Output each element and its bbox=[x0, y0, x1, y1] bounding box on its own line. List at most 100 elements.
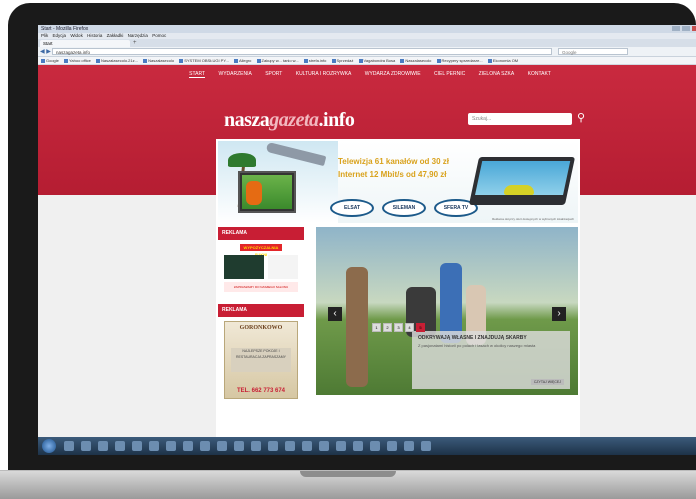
tab-strip: Start + bbox=[38, 39, 696, 47]
ad-phone: TEL. 662 773 674 bbox=[236, 388, 286, 394]
main-content: Telewizja 61 kanałów od 30 zł Internet 1… bbox=[216, 139, 580, 437]
taskbar-app-icon[interactable] bbox=[302, 441, 312, 451]
bookmark-item[interactable]: Sprzedaż bbox=[331, 58, 353, 63]
bookmark-item[interactable]: strefa.info bbox=[303, 58, 326, 63]
ad-row bbox=[224, 255, 298, 279]
menu-item[interactable]: Zakładki bbox=[107, 33, 124, 38]
search-icon[interactable]: ⚲ bbox=[575, 112, 587, 124]
taskbar-app-icon[interactable] bbox=[421, 441, 431, 451]
logo-part: nasza bbox=[224, 109, 270, 131]
ad-image bbox=[224, 255, 264, 279]
banner-offer: Telewizja 61 kanałów od 30 zł Internet 1… bbox=[338, 155, 449, 181]
taskbar-app-icon[interactable] bbox=[64, 441, 74, 451]
sidebar-ad[interactable]: WYPOŻYCZALNIA SUKNI ZAPRASZAMY DO NASZEG… bbox=[224, 244, 298, 296]
taskbar-app-icon[interactable] bbox=[200, 441, 210, 451]
new-tab-button[interactable]: + bbox=[133, 40, 137, 46]
slider-page-button[interactable]: 4 bbox=[405, 323, 414, 332]
screen: Start - Mozilla Firefox Plik Edycja Wido… bbox=[38, 25, 696, 455]
slider-page-button[interactable]: 3 bbox=[394, 323, 403, 332]
read-more-button[interactable]: CZYTAJ WIĘCEJ bbox=[530, 379, 564, 385]
taskbar-app-icon[interactable] bbox=[217, 441, 227, 451]
address-bar[interactable]: naszagazeta.info bbox=[52, 48, 552, 55]
nav-item-zielona[interactable]: ZIELONA SZKA bbox=[479, 71, 515, 77]
taskbar-app-icon[interactable] bbox=[98, 441, 108, 451]
nav-item-sport[interactable]: SPORT bbox=[265, 71, 282, 77]
taskbar-app-icon[interactable] bbox=[285, 441, 295, 451]
taskbar-app-icon[interactable] bbox=[336, 441, 346, 451]
taskbar-app-icon[interactable] bbox=[370, 441, 380, 451]
banner-offer-line: Telewizja 61 kanałów od 30 zł bbox=[338, 157, 450, 166]
menu-item[interactable]: Historia bbox=[87, 33, 102, 38]
ad-logo bbox=[268, 255, 298, 279]
site-logo[interactable]: naszagazeta.info bbox=[224, 109, 355, 132]
menu-item[interactable]: Edycja bbox=[53, 33, 67, 38]
caption-title[interactable]: ODKRYWAJĄ WŁASNE I ZNAJDUJĄ SKARBY bbox=[412, 331, 570, 343]
nav-item-wydarzenia[interactable]: WYDARZENIA bbox=[218, 71, 251, 77]
taskbar-app-icon[interactable] bbox=[132, 441, 142, 451]
browser-search-input[interactable]: Google bbox=[558, 48, 628, 55]
bookmark-item[interactable]: Recypery sprzedarze... bbox=[436, 58, 483, 63]
taskbar-app-icon[interactable] bbox=[353, 441, 363, 451]
slider-prev-button[interactable]: ‹ bbox=[328, 307, 342, 321]
bookmark-item[interactable]: Zakupy w... tanio w... bbox=[256, 58, 299, 63]
site-search-input[interactable]: Szukaj... bbox=[468, 113, 572, 125]
taskbar-app-icon[interactable] bbox=[81, 441, 91, 451]
nav-item-kontakt[interactable]: KONTAKT bbox=[528, 71, 551, 77]
bookmark-icon bbox=[179, 58, 184, 63]
ad-header: WYPOŻYCZALNIA SUKNI bbox=[240, 244, 282, 257]
taskbar-app-icon[interactable] bbox=[268, 441, 278, 451]
bookmark-item[interactable]: SYSTEM OBSŁUGI PY... bbox=[179, 58, 229, 63]
taskbar-app-icon[interactable] bbox=[166, 441, 176, 451]
bookmark-item[interactable]: Google bbox=[41, 58, 59, 63]
bookmark-item[interactable]: Ekonomia OM bbox=[487, 58, 518, 63]
bookmark-item[interactable]: Yahoo office bbox=[64, 58, 91, 63]
taskbar-app-icon[interactable] bbox=[149, 441, 159, 451]
sidebar-ad[interactable]: GORONKOWO NAJLEPSZE POKOJE I RESTAURACJA… bbox=[224, 321, 298, 399]
minimize-button[interactable] bbox=[672, 26, 680, 31]
nav-item-ciel[interactable]: CIEL PERNIC bbox=[434, 71, 465, 77]
bookmark-item[interactable]: Vagabondra Bosa bbox=[358, 58, 395, 63]
slider-page-button-active[interactable]: 5 bbox=[416, 323, 425, 332]
taskbar-app-icon[interactable] bbox=[404, 441, 414, 451]
slider-next-button[interactable]: › bbox=[552, 307, 566, 321]
slider-page-button[interactable]: 1 bbox=[372, 323, 381, 332]
taskbar-app-icon[interactable] bbox=[387, 441, 397, 451]
taskbar-app-icon[interactable] bbox=[183, 441, 193, 451]
sidebar-box-title: REKLAMA bbox=[218, 304, 304, 317]
taskbar-app-icon[interactable] bbox=[251, 441, 261, 451]
menu-item[interactable]: Pomoc bbox=[152, 33, 166, 38]
brand-badge: ELSAT bbox=[330, 199, 374, 217]
web-page: START WYDARZENIA SPORT KULTURA I ROZRYWK… bbox=[38, 65, 696, 437]
browser-tab[interactable]: Start bbox=[40, 40, 130, 47]
caption-text: Z pasjonatami historii po polach i lasac… bbox=[418, 343, 536, 348]
maximize-button[interactable] bbox=[682, 26, 690, 31]
back-forward-icon[interactable]: ◀ ▶ bbox=[40, 48, 51, 55]
laptop-frame: Start - Mozilla Firefox Plik Edycja Wido… bbox=[8, 3, 696, 473]
taskbar-app-icon[interactable] bbox=[234, 441, 244, 451]
start-button-icon[interactable] bbox=[42, 439, 56, 453]
slider-page-button[interactable]: 2 bbox=[383, 323, 392, 332]
nav-item-zdrowie[interactable]: WYDARZA ZDROWIWIE bbox=[365, 71, 421, 77]
bookmark-item[interactable]: Naszalasecolo bbox=[400, 58, 431, 63]
bookmark-icon bbox=[64, 58, 69, 63]
taskbar-app-icon[interactable] bbox=[319, 441, 329, 451]
bookmark-icon bbox=[436, 58, 441, 63]
ad-footer: ZAPRASZAMY DO NASZEGO SALONU bbox=[224, 282, 298, 292]
ad-title: GORONKOWO bbox=[239, 325, 283, 331]
bookmark-item[interactable]: Allegro bbox=[233, 58, 251, 63]
taskbar-app-icon[interactable] bbox=[115, 441, 125, 451]
taskbar-icons bbox=[64, 441, 431, 451]
close-button[interactable] bbox=[692, 26, 696, 31]
banner-fineprint: Reklama dotyczy ofert dostępnych w wybra… bbox=[492, 217, 574, 221]
bookmark-item[interactable]: Naszalasecolo bbox=[143, 58, 174, 63]
bookmark-icon bbox=[331, 58, 336, 63]
nav-item-kultura[interactable]: KULTURA I ROZRYWKA bbox=[296, 71, 352, 77]
news-slider[interactable]: ‹ › ODKRYWAJĄ WŁASNE I ZNAJDUJĄ SKARBY Z… bbox=[316, 227, 578, 395]
menu-item[interactable]: Widok bbox=[70, 33, 83, 38]
ad-banner[interactable]: Telewizja 61 kanałów od 30 zł Internet 1… bbox=[218, 141, 578, 223]
menu-item[interactable]: Plik bbox=[41, 33, 48, 38]
bookmark-item[interactable]: Naszalasecolo.21z... bbox=[96, 58, 138, 63]
nav-item-start[interactable]: START bbox=[189, 71, 206, 78]
windows-taskbar bbox=[38, 437, 696, 455]
menu-item[interactable]: Narzędzia bbox=[128, 33, 148, 38]
